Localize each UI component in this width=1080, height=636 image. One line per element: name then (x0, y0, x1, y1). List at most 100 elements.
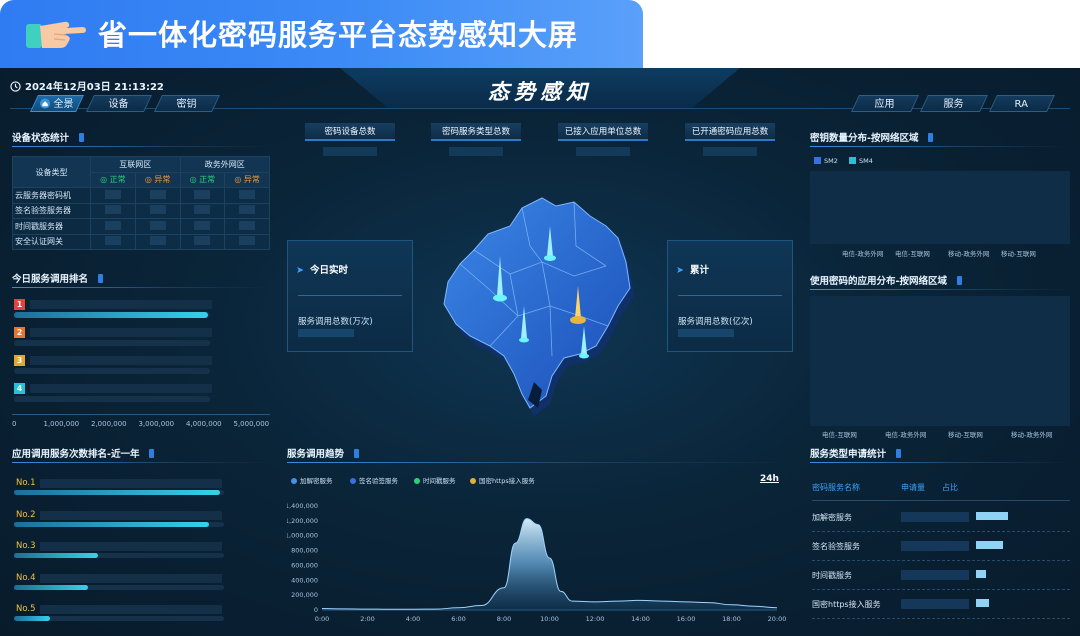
tab-overview-label: 全景 (53, 99, 74, 110)
axis-tick-label: 0 (12, 420, 17, 428)
rank-label-placeholder (30, 356, 212, 365)
service-name: 时间戳服务 (812, 571, 852, 580)
trend-divider (287, 462, 797, 463)
today-rank-divider (12, 287, 270, 288)
legend-label: SM4 (859, 157, 873, 165)
kpi-value-placeholder (576, 147, 630, 156)
yearly-rank-title-text: 应用调用服务次数排名-近一年 (12, 449, 140, 460)
service-apply-title: 服务类型申请统计 (810, 446, 902, 460)
legend-item: 加解密服务 (291, 475, 333, 485)
tab-services[interactable]: 服务 (920, 95, 988, 112)
tab-keys[interactable]: 密钥 (154, 95, 220, 112)
legend-label: SM2 (824, 157, 838, 165)
service-apply-divider (810, 462, 1068, 463)
page-banner: 省一体化密码服务平台态势感知大屏 (0, 0, 643, 68)
service-name: 签名验签服务 (812, 542, 860, 551)
row-label: 签名验签服务器 (12, 202, 91, 219)
legend-dot (350, 478, 356, 484)
yearly-rank-bar-fill (14, 521, 210, 527)
row-label: 云服务器密码机 (12, 187, 91, 204)
rank-bar-fill (14, 312, 209, 318)
yearly-rank-divider (12, 462, 270, 463)
table-row: 时间戳服务 (812, 561, 1070, 590)
yearly-rank-name-placeholder (40, 605, 222, 614)
legend-dot (470, 478, 476, 484)
x-tick-label: 12:00 (586, 615, 605, 623)
table-row: 时间戳服务器 (12, 218, 270, 235)
device-status-divider (12, 146, 270, 147)
legend-swatch (814, 157, 821, 164)
x-tick-label: 20:00 (768, 615, 787, 623)
table-row: 签名验签服务器 (12, 202, 270, 219)
category-label: 移动-政务外网 (1011, 431, 1053, 439)
x-tick-label: 4:00 (406, 615, 421, 623)
legend-label: 时间戳服务 (423, 477, 456, 485)
key-dist-chart-area (810, 171, 1070, 244)
tab-devices[interactable]: 设备 (86, 95, 152, 112)
realtime-label: 服务调用总数(万次) (298, 317, 373, 327)
tab-devices-label: 设备 (108, 99, 129, 110)
yearly-rank-label: No.4 (16, 572, 36, 583)
banner-title: 省一体化密码服务平台态势感知大屏 (98, 18, 579, 52)
yearly-rank-label: No.5 (16, 604, 36, 614)
y-tick-label: 0 (314, 606, 318, 614)
row-label: 时间戳服务器 (12, 218, 91, 235)
yearly-rank-label: No.3 (16, 541, 36, 551)
service-share-bar (976, 512, 1009, 520)
app-dist-title-text: 使用密码的应用分布-按网络区域 (810, 276, 947, 287)
yearly-rank-name-placeholder (40, 573, 222, 583)
category-label: 移动-政务外网 (948, 250, 990, 258)
y-tick-label: 600,000 (291, 561, 318, 569)
key-dist-divider (810, 146, 1068, 147)
x-tick-label: 6:00 (451, 615, 466, 623)
tab-apps[interactable]: 应用 (851, 95, 919, 112)
app-dist-divider (810, 289, 1068, 290)
col-gov-bad: ◎ 异常 (224, 171, 270, 188)
axis-tick-label: 2,000,000 (91, 420, 127, 428)
service-name: 国密https接入服务 (812, 600, 881, 609)
legend-swatch (849, 157, 856, 164)
realtime-title-text: 今日实时 (309, 265, 348, 276)
yearly-rank-name-placeholder (40, 479, 222, 488)
today-rank-axis-line (12, 414, 270, 415)
realtime-title: ➤ 今日实时 (296, 265, 348, 276)
yearly-rank-bar-fill (14, 584, 88, 590)
legend-dot (414, 478, 420, 484)
y-tick-label: 200,000 (291, 591, 318, 599)
axis-tick-label: 4,000,000 (186, 420, 222, 428)
table-row: 签名验签服务 (812, 532, 1070, 561)
yearly-rank-label: No.2 (16, 509, 36, 520)
rank-bar-track (14, 340, 210, 346)
y-tick-label: 800,000 (291, 547, 318, 555)
rank-label-placeholder (30, 300, 212, 309)
x-tick-label: 10:00 (540, 615, 559, 623)
axis-tick-label: 1,000,000 (43, 420, 80, 428)
rank-bar-track (14, 368, 210, 374)
tab-ra[interactable]: RA (989, 95, 1055, 112)
yearly-rank-title: 应用调用服务次数排名-近一年 (12, 446, 155, 460)
tab-apps-label: 应用 (874, 99, 895, 110)
cumulative-label: 服务调用总数(亿次) (678, 317, 753, 327)
yearly-rank-bar-fill (14, 553, 98, 558)
app-dist-title: 使用密码的应用分布-按网络区域 (810, 273, 962, 287)
legend-item: 时间戳服务 (414, 475, 456, 485)
service-apply-header-divider (812, 500, 1070, 501)
legend-dot (291, 478, 297, 484)
yearly-rank-bar-fill (14, 490, 220, 495)
col-internet-zone: 互联网区 (90, 156, 181, 173)
y-tick-label: 400,000 (291, 576, 318, 584)
col-internet-bad: ◎ 异常 (134, 171, 181, 188)
pointing-hand-icon (26, 21, 86, 48)
datetime-display: 2024年12月03日 21:13:22 (10, 78, 164, 93)
range-24h-toggle[interactable]: 24h (760, 474, 779, 484)
series-area-加解密服务 (322, 518, 777, 610)
service-apply-header-name: 密码服务名称 (812, 483, 860, 492)
tab-overview[interactable]: 全景 (30, 95, 84, 112)
status-ok-label: 正常 (199, 175, 216, 185)
category-label: 电信-互联网 (822, 431, 857, 439)
kpi-value-placeholder (703, 147, 757, 156)
row-label: 安全认证网关 (12, 233, 91, 250)
dashboard-screen: 态势感知 2024年12月03日 21:13:22 全景 设备 密钥 应用 服务… (0, 68, 1080, 636)
kpi-title: 已开通密码应用总数 (685, 123, 775, 141)
trend-title: 服务调用趋势 (287, 446, 360, 460)
